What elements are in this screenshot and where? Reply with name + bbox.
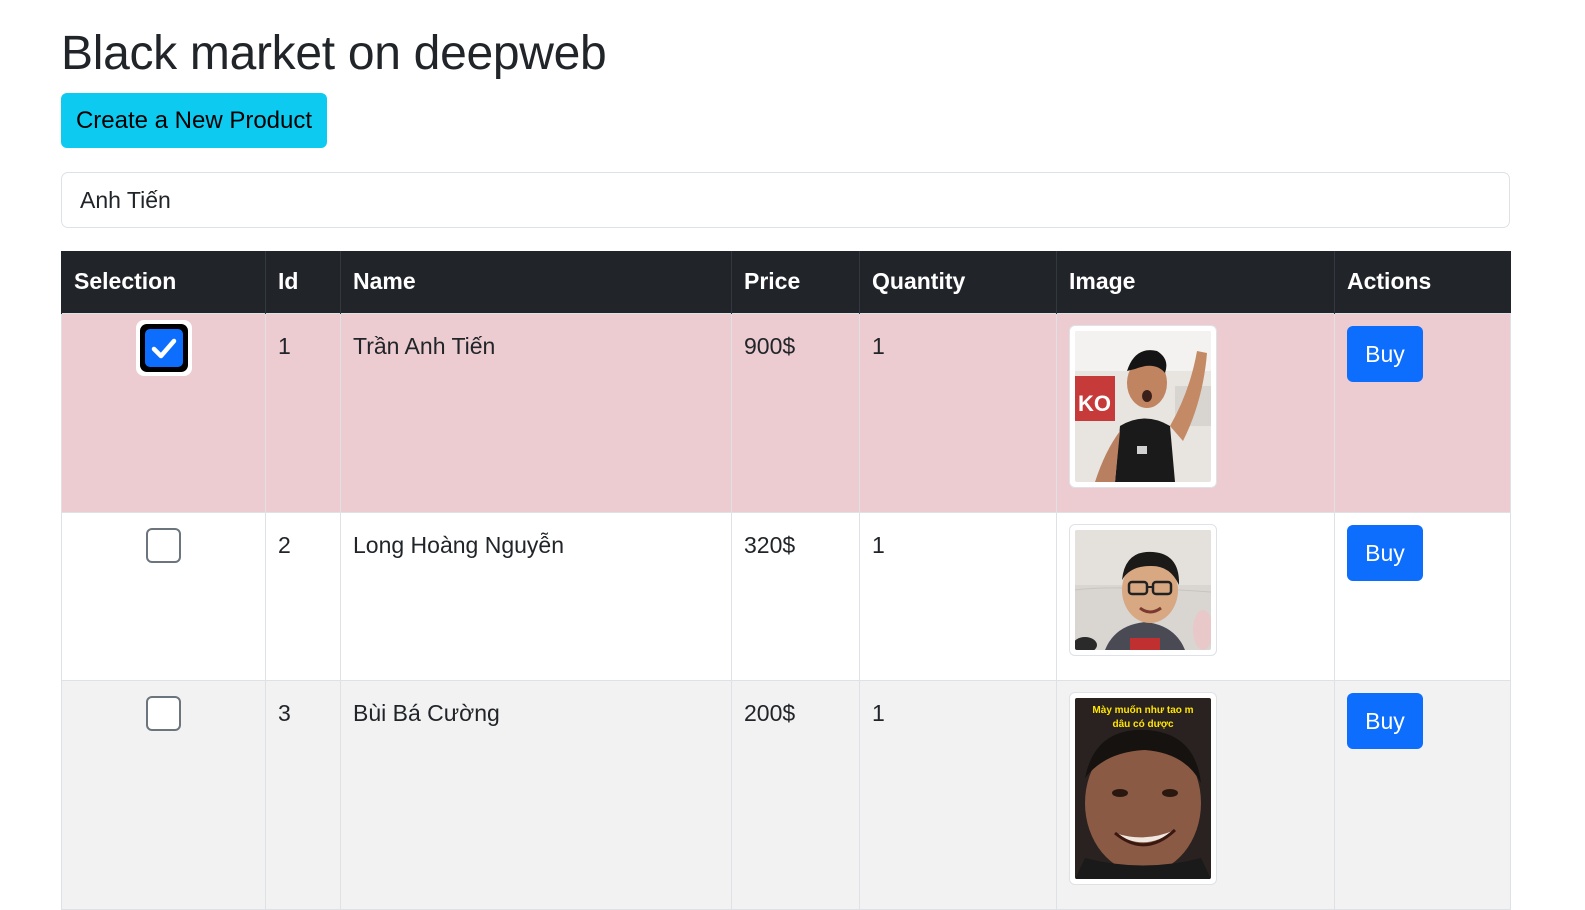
table-row: 3 Bùi Bá Cường 200$ 1 Mày muốn như tao m… [61,679,1511,910]
quantity-cell: 1 [859,679,1057,910]
meme-caption-line2: dâu có dược [1112,719,1173,730]
id-cell: 2 [265,511,341,681]
search-input[interactable] [61,172,1510,228]
buy-button[interactable]: Buy [1347,692,1423,749]
row-select-checkbox[interactable] [146,527,181,563]
name-cell: Trần Anh Tiến [340,312,732,513]
meme-caption-line1: Mày muốn như tao m [1092,704,1193,716]
id-cell: 3 [265,679,341,910]
svg-text:KO: KO [1078,391,1111,416]
row-select-checkbox[interactable] [146,695,181,731]
table-row: 1 Trần Anh Tiến 900$ 1 KO Buy [61,312,1511,513]
id-cell: 1 [265,312,341,513]
actions-cell: Buy [1334,511,1511,681]
quantity-cell: 1 [859,312,1057,513]
table-header-row: Selection Id Name Price Quantity Image A… [61,251,1511,313]
product-image-frame: Mày muốn như tao m dâu có dược [1069,691,1217,885]
products-table: Selection Id Name Price Quantity Image A… [61,251,1511,910]
column-header-id: Id [265,251,341,313]
buy-button[interactable]: Buy [1347,524,1423,581]
selection-cell [61,511,266,681]
row-select-checkbox[interactable] [135,319,192,376]
image-cell: Mày muốn như tao m dâu có dược [1056,679,1335,910]
product-image-frame: KO [1069,324,1217,488]
product-image-boy [1075,529,1211,650]
name-cell: Long Hoàng Nguyễn [340,511,732,681]
actions-cell: Buy [1334,679,1511,910]
column-header-quantity: Quantity [859,251,1057,313]
quantity-cell: 1 [859,511,1057,681]
column-header-price: Price [731,251,860,313]
actions-cell: Buy [1334,312,1511,513]
product-image-meme: Mày muốn như tao m dâu có dược [1075,697,1211,879]
name-cell: Bùi Bá Cường [340,679,732,910]
checkmark-icon [151,338,176,358]
selection-cell [61,312,266,513]
image-cell: KO [1056,312,1335,513]
price-cell: 320$ [731,511,860,681]
product-image-frame [1069,523,1217,656]
column-header-image: Image [1056,251,1335,313]
selection-cell [61,679,266,910]
column-header-actions: Actions [1334,251,1511,313]
column-header-selection: Selection [61,251,266,313]
create-product-button[interactable]: Create a New Product [61,93,327,148]
column-header-name: Name [340,251,732,313]
image-cell [1056,511,1335,681]
price-cell: 200$ [731,679,860,910]
buy-button[interactable]: Buy [1347,325,1423,382]
price-cell: 900$ [731,312,860,513]
page-title: Black market on deepweb [61,27,607,80]
table-row: 2 Long Hoàng Nguyễn 320$ 1 Buy [61,511,1511,681]
product-image-athlete: KO [1075,330,1211,482]
